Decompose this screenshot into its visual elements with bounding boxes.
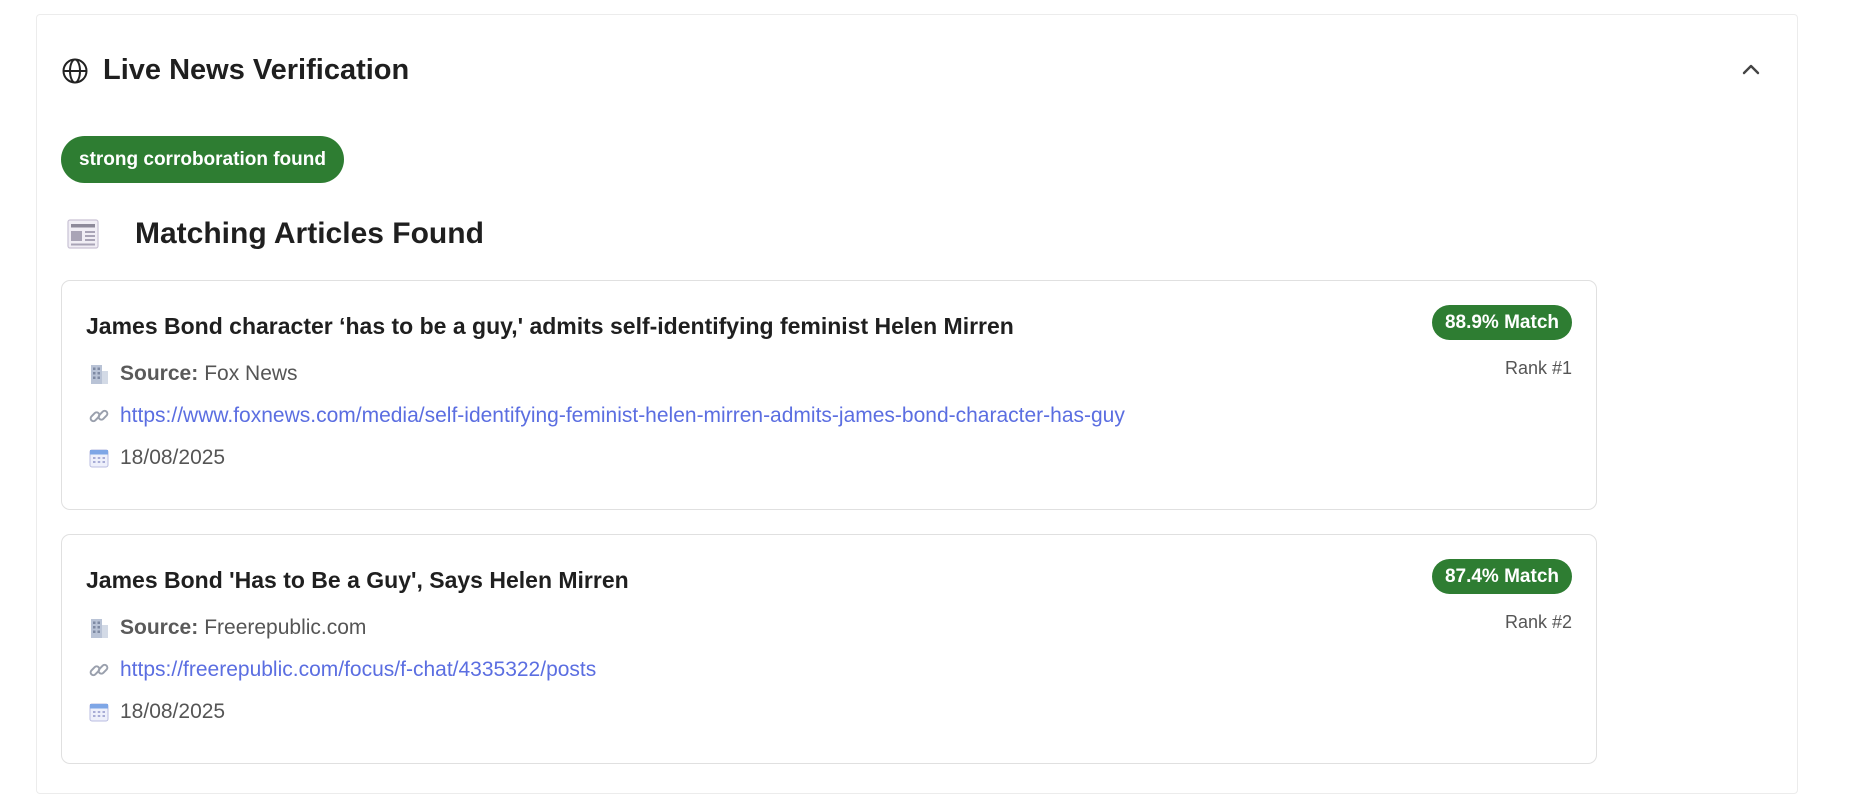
- source-row: Source: Freerepublic.com: [88, 614, 366, 642]
- newspaper-icon: [67, 219, 99, 249]
- collapse-button[interactable]: [1735, 53, 1767, 85]
- status-badge: strong corroboration found: [61, 136, 344, 183]
- source-value: Fox News: [204, 362, 298, 385]
- date-value: 18/08/2025: [120, 446, 226, 469]
- article-title: James Bond character ‘has to be a guy,' …: [86, 313, 1014, 339]
- source-value: Freerepublic.com: [204, 616, 367, 639]
- date-row: 18/08/2025: [88, 698, 225, 726]
- panel-title: Live News Verification: [103, 54, 410, 86]
- source-row: Source: Fox News: [88, 360, 298, 388]
- link-icon: [88, 659, 110, 681]
- section-title: Matching Articles Found: [135, 217, 484, 250]
- article-title: James Bond 'Has to Be a Guy', Says Helen…: [86, 567, 629, 593]
- article-link[interactable]: https://freerepublic.com/focus/f-chat/43…: [120, 656, 596, 684]
- match-badge: 87.4% Match: [1431, 559, 1572, 594]
- source-label: Source:: [120, 616, 199, 639]
- match-badge: 88.9% Match: [1431, 305, 1572, 340]
- article-link[interactable]: https://www.foxnews.com/media/self-ident…: [120, 402, 1125, 430]
- link-row: https://freerepublic.com/focus/f-chat/43…: [88, 656, 596, 684]
- link-icon: [88, 405, 110, 427]
- calendar-icon: [88, 447, 110, 469]
- source-label: Source:: [120, 362, 199, 385]
- rank-label: Rank #2: [1504, 612, 1572, 632]
- globe-icon: [62, 58, 88, 84]
- news-verification-panel: Live News Verification strong corroborat…: [36, 14, 1798, 794]
- article-card: James Bond 'Has to Be a Guy', Says Helen…: [61, 534, 1597, 764]
- date-row: 18/08/2025: [88, 444, 225, 472]
- date-value: 18/08/2025: [120, 700, 226, 723]
- calendar-icon: [88, 701, 110, 723]
- rank-label: Rank #1: [1504, 358, 1572, 378]
- building-icon: [88, 363, 110, 385]
- chevron-up-icon: [1742, 64, 1760, 75]
- article-card: James Bond character ‘has to be a guy,' …: [61, 280, 1597, 510]
- panel-header[interactable]: Live News Verification: [61, 53, 1773, 87]
- link-row: https://www.foxnews.com/media/self-ident…: [88, 402, 1125, 430]
- building-icon: [88, 617, 110, 639]
